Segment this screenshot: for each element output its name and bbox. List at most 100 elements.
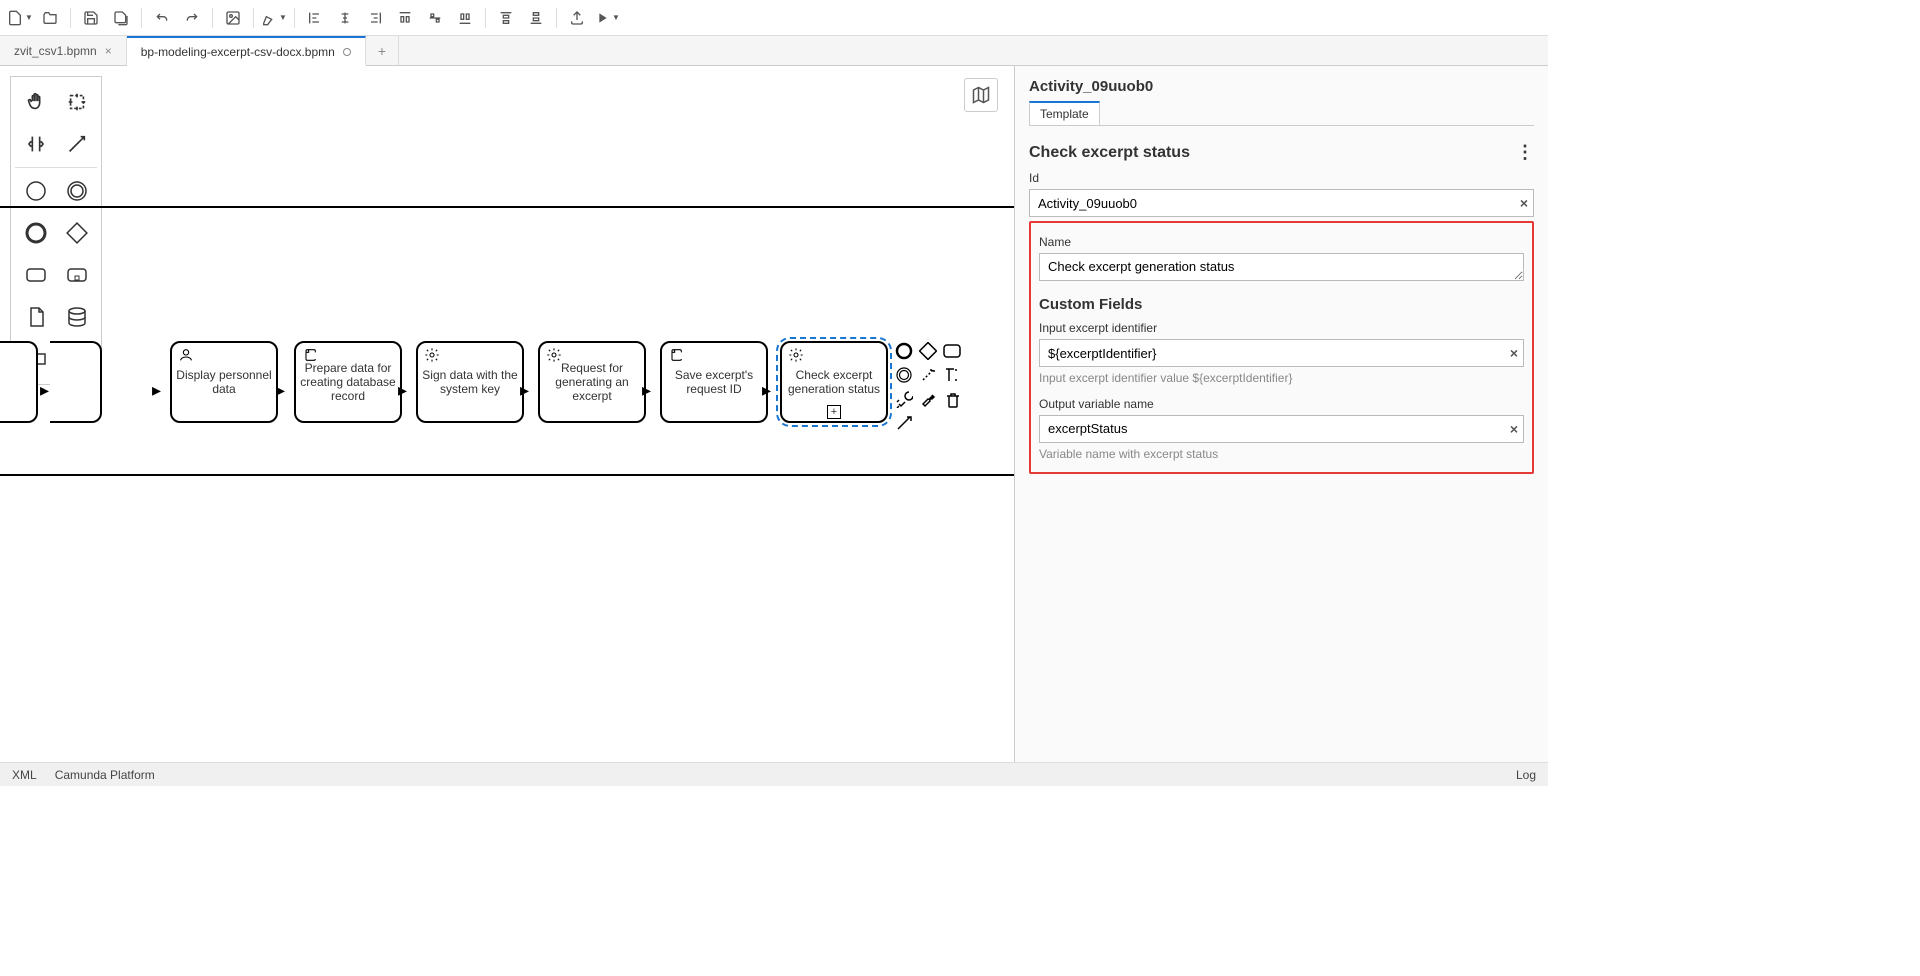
- subprocess-marker-icon: +: [827, 405, 841, 419]
- input-excerpt-id-input[interactable]: [1039, 339, 1524, 367]
- ctx-intermediate[interactable]: [894, 365, 914, 385]
- highlight-button[interactable]: ▼: [260, 4, 288, 32]
- lasso-tool[interactable]: [56, 81, 97, 123]
- name-input[interactable]: Check excerpt generation status: [1039, 253, 1524, 281]
- sequence-flow-arrow[interactable]: ▸: [398, 380, 407, 401]
- data-object-tool[interactable]: [15, 296, 56, 338]
- align-left-button[interactable]: [301, 4, 329, 32]
- task-fragment-left-2[interactable]: [50, 341, 102, 423]
- add-tab-button[interactable]: +: [366, 36, 399, 65]
- ctx-delete[interactable]: [942, 389, 962, 409]
- task-type-icon: [546, 347, 562, 366]
- new-file-button[interactable]: ▼: [6, 4, 34, 32]
- template-tab[interactable]: Template: [1029, 101, 1100, 125]
- template-menu-icon[interactable]: ⋮: [1516, 142, 1534, 163]
- sequence-flow-arrow[interactable]: ▸: [520, 380, 529, 401]
- ctx-annotation[interactable]: [918, 365, 938, 385]
- task-tool[interactable]: [15, 254, 56, 296]
- tab-bp-modeling-excerpt[interactable]: bp-modeling-excerpt-csv-docx.bpmn: [127, 36, 366, 66]
- status-bar: XML Camunda Platform Log: [0, 762, 1548, 786]
- ctx-gateway[interactable]: [918, 341, 938, 361]
- input-excerpt-id-hint: Input excerpt identifier value ${excerpt…: [1039, 371, 1524, 387]
- clear-icon[interactable]: ×: [1510, 345, 1518, 361]
- tab-label: zvit_csv1.bpmn: [14, 44, 97, 58]
- xml-view-button[interactable]: XML: [12, 768, 37, 782]
- distribute-h-button[interactable]: [391, 4, 419, 32]
- save-button[interactable]: [77, 4, 105, 32]
- subprocess-tool[interactable]: [56, 254, 97, 296]
- run-button[interactable]: ▼: [593, 4, 621, 32]
- task-display-personnel-data[interactable]: Display personnel data: [170, 341, 278, 423]
- task-label: Sign data with the system key: [422, 368, 518, 396]
- diagram-canvas[interactable]: Display personnel data▸Prepare data for …: [0, 66, 1014, 762]
- hand-tool[interactable]: [15, 81, 56, 123]
- image-button[interactable]: [219, 4, 247, 32]
- task-check-excerpt-generation-status[interactable]: Check excerpt generation status +: [780, 341, 888, 423]
- align-bottom-button[interactable]: [522, 4, 550, 32]
- context-pad: [894, 341, 962, 433]
- sequence-flow-arrow[interactable]: ▸: [152, 380, 161, 401]
- pool-border-top: [0, 206, 1014, 208]
- task-fragment-left[interactable]: [0, 341, 38, 423]
- properties-panel: Activity_09uuob0 Template Check excerpt …: [1014, 66, 1548, 762]
- sequence-flow-arrow[interactable]: ▸: [762, 380, 771, 401]
- gateway-tool[interactable]: [56, 212, 97, 254]
- align-right-button[interactable]: [361, 4, 389, 32]
- dirty-indicator-icon: [343, 48, 351, 56]
- task-label: Display personnel data: [176, 368, 272, 396]
- task-type-icon: [302, 347, 318, 366]
- task-prepare-data-for-creating-database-record[interactable]: Prepare data for creating database recor…: [294, 341, 402, 423]
- element-palette: [10, 76, 102, 385]
- align-center-button[interactable]: [331, 4, 359, 32]
- task-type-icon: [424, 347, 440, 366]
- task-type-icon: [788, 347, 804, 366]
- name-label: Name: [1039, 235, 1524, 249]
- task-sign-data-with-the-system-key[interactable]: Sign data with the system key: [416, 341, 524, 423]
- ctx-text[interactable]: [942, 365, 962, 385]
- output-var-input[interactable]: [1039, 415, 1524, 443]
- task-save-excerpt-s-request-id[interactable]: Save excerpt's request ID: [660, 341, 768, 423]
- sequence-flow-arrow[interactable]: ▸: [642, 380, 651, 401]
- output-var-hint: Variable name with excerpt status: [1039, 447, 1524, 463]
- tab-label: bp-modeling-excerpt-csv-docx.bpmn: [141, 45, 335, 59]
- platform-label[interactable]: Camunda Platform: [55, 768, 155, 782]
- pool-border-bottom: [0, 474, 1014, 476]
- log-button[interactable]: Log: [1516, 768, 1536, 782]
- ctx-end-event[interactable]: [894, 341, 914, 361]
- upload-button[interactable]: [563, 4, 591, 32]
- minimap-toggle-button[interactable]: [964, 78, 998, 112]
- save-all-button[interactable]: [107, 4, 135, 32]
- space-tool[interactable]: [15, 123, 56, 165]
- task-label: Request for generating an excerpt: [544, 361, 640, 403]
- task-label: Check excerpt generation status: [786, 368, 882, 396]
- clear-icon[interactable]: ×: [1520, 195, 1528, 211]
- redo-button[interactable]: [178, 4, 206, 32]
- tab-zvit-csv1[interactable]: zvit_csv1.bpmn ×: [0, 36, 127, 65]
- open-file-button[interactable]: [36, 4, 64, 32]
- task-type-icon: [668, 347, 684, 366]
- distribute-v-button[interactable]: [451, 4, 479, 32]
- connect-tool[interactable]: [56, 123, 97, 165]
- custom-fields-title: Custom Fields: [1039, 296, 1142, 313]
- task-type-icon: [178, 347, 194, 366]
- undo-button[interactable]: [148, 4, 176, 32]
- ctx-connect[interactable]: [894, 413, 914, 433]
- sequence-flow-arrow[interactable]: ▸: [276, 380, 285, 401]
- sequence-flow-arrow[interactable]: ▸: [40, 380, 49, 401]
- task-request-for-generating-an-excerpt[interactable]: Request for generating an excerpt: [538, 341, 646, 423]
- ctx-wrench[interactable]: [918, 389, 938, 409]
- ctx-change-type[interactable]: [894, 389, 914, 409]
- main-toolbar: ▼ ▼ ▼: [0, 0, 1548, 36]
- selected-element-id: Activity_09uuob0: [1029, 78, 1534, 95]
- output-var-label: Output variable name: [1039, 397, 1524, 411]
- id-label: Id: [1029, 171, 1534, 185]
- distribute-hc-button[interactable]: [421, 4, 449, 32]
- clear-icon[interactable]: ×: [1510, 421, 1518, 437]
- close-icon[interactable]: ×: [105, 44, 112, 58]
- task-label: Save excerpt's request ID: [666, 368, 762, 396]
- ctx-task[interactable]: [942, 341, 962, 361]
- id-input[interactable]: [1029, 189, 1534, 217]
- data-store-tool[interactable]: [56, 296, 97, 338]
- align-top-button[interactable]: [492, 4, 520, 32]
- end-event-tool[interactable]: [15, 212, 56, 254]
